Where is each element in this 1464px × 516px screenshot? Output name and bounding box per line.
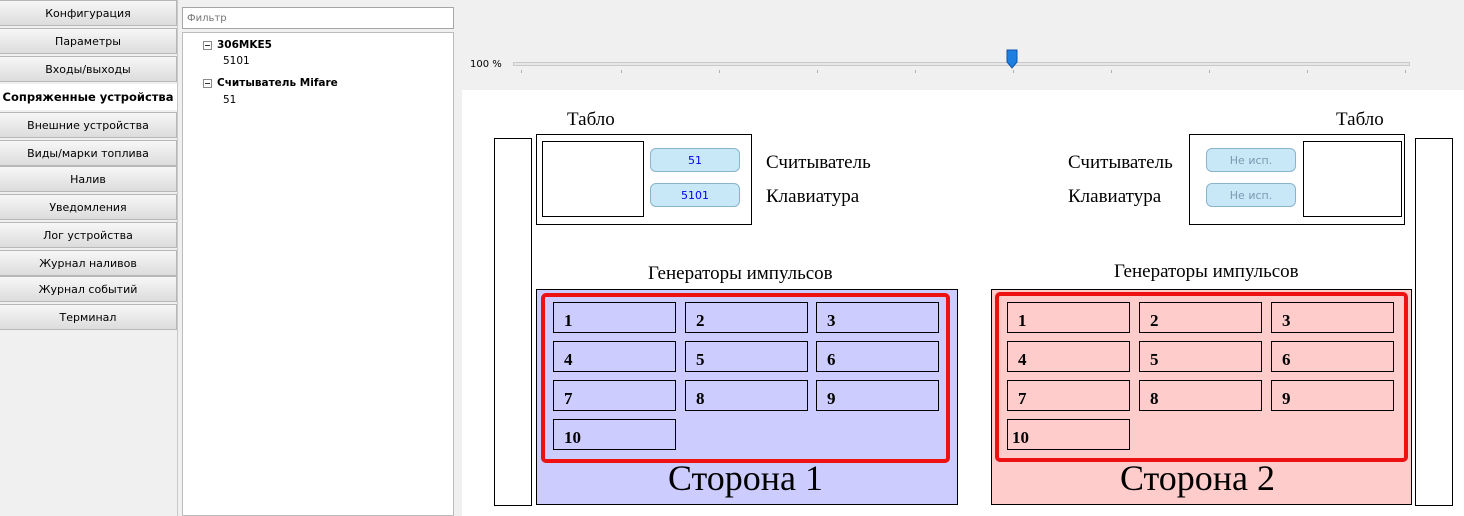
- side2-generator-8[interactable]: 8: [1139, 380, 1262, 411]
- side2-keyboard-value[interactable]: Не исп.: [1206, 183, 1296, 207]
- navigation-panel: Конфигурация Параметры Входы/выходы Сопр…: [0, 0, 178, 516]
- zoom-tick: [719, 70, 720, 73]
- zoom-slider-thumb[interactable]: [1006, 49, 1018, 69]
- side1-generator-2[interactable]: 2: [685, 302, 808, 333]
- nav-event-journal[interactable]: Журнал событий: [0, 276, 177, 302]
- side2-generator-10[interactable]: 10: [1007, 419, 1130, 450]
- side2-generator-3[interactable]: 3: [1271, 302, 1394, 333]
- zoom-tick: [1405, 70, 1406, 73]
- filter-input[interactable]: [182, 7, 454, 29]
- nav-notifications[interactable]: Уведомления: [0, 194, 177, 220]
- nav-filling[interactable]: Налив: [0, 166, 177, 192]
- side1-generator-6[interactable]: 6: [816, 341, 939, 372]
- zoom-tick: [521, 70, 522, 73]
- nav-parameters[interactable]: Параметры: [0, 28, 177, 54]
- tree-leaf-5101[interactable]: 5101: [223, 55, 250, 67]
- tree-node-label: 306MKE5: [217, 39, 272, 51]
- nav-terminal[interactable]: Терминал: [0, 304, 177, 330]
- zoom-tick: [621, 70, 622, 73]
- tree-leaf-51[interactable]: 51: [223, 94, 236, 106]
- zoom-tick: [1209, 70, 1210, 73]
- collapse-icon[interactable]: [203, 40, 212, 50]
- side2-generator-7[interactable]: 7: [1007, 380, 1130, 411]
- side1-tablo-display[interactable]: [542, 141, 644, 217]
- side1-generators-title: Генераторы импульсов: [648, 263, 833, 284]
- nav-configuration[interactable]: Конфигурация: [0, 0, 177, 26]
- zoom-tick: [1111, 70, 1112, 73]
- side2-generator-5[interactable]: 5: [1139, 341, 1262, 372]
- side2-keyboard-label: Клавиатура: [1068, 186, 1162, 207]
- side1-generator-10[interactable]: 10: [553, 419, 676, 450]
- side2-tablo-display[interactable]: [1303, 141, 1402, 217]
- side1-keyboard-value[interactable]: 5101: [650, 183, 740, 207]
- tree-node-label: Считыватель Mifare: [217, 77, 338, 89]
- side1-generator-9[interactable]: 9: [816, 380, 939, 411]
- tree-node-reader-mifare[interactable]: Считыватель Mifare: [203, 77, 338, 89]
- side2-tablo-label: Табло: [1336, 109, 1384, 130]
- side2-generator-6[interactable]: 6: [1271, 341, 1394, 372]
- side2-reader-label: Считыватель: [1068, 152, 1173, 173]
- side2-generator-2[interactable]: 2: [1139, 302, 1262, 333]
- side2-generator-1[interactable]: 1: [1007, 302, 1130, 333]
- side2-device-box: Не исп. Не исп.: [1189, 134, 1405, 225]
- nav-fuel-types[interactable]: Виды/марки топлива: [0, 140, 177, 166]
- zoom-tick: [817, 70, 818, 73]
- side1-generator-7[interactable]: 7: [553, 380, 676, 411]
- side1-keyboard-label: Клавиатура: [766, 186, 860, 207]
- side1-device-box: 51 5101: [536, 134, 752, 225]
- collapse-icon[interactable]: [203, 78, 212, 88]
- nav-device-log[interactable]: Лог устройства: [0, 222, 177, 248]
- zoom-slider-track[interactable]: [513, 62, 1410, 66]
- zoom-tick: [915, 70, 916, 73]
- side2-label: Сторона 2: [1120, 458, 1276, 498]
- side1-reader-value[interactable]: 51: [650, 148, 740, 172]
- side1-label: Сторона 1: [668, 458, 824, 498]
- side2-generator-4[interactable]: 4: [1007, 341, 1130, 372]
- nav-filling-journal[interactable]: Журнал наливов: [0, 250, 177, 276]
- zoom-tick: [1013, 70, 1014, 73]
- side1-generator-3[interactable]: 3: [816, 302, 939, 333]
- tree-leaf-label: 51: [223, 94, 237, 106]
- nav-external-devices[interactable]: Внешние устройства: [0, 112, 177, 138]
- side1-generator-4[interactable]: 4: [553, 341, 676, 372]
- side1-post: [494, 138, 532, 506]
- tree-leaf-label: 5101: [223, 55, 250, 67]
- tree-node-306mke5[interactable]: 306MKE5: [203, 39, 272, 51]
- scheme-canvas: Табло 51 5101 Считыватель Клавиатура Ген…: [462, 90, 1464, 516]
- side1-reader-label: Считыватель: [766, 152, 871, 173]
- side1-tablo-label: Табло: [567, 109, 615, 130]
- side1-generator-8[interactable]: 8: [685, 380, 808, 411]
- nav-inputs-outputs[interactable]: Входы/выходы: [0, 56, 177, 82]
- zoom-tick: [1307, 70, 1308, 73]
- side2-generator-9[interactable]: 9: [1271, 380, 1394, 411]
- nav-paired-devices[interactable]: Сопряженные устройства: [0, 84, 177, 110]
- side1-generator-5[interactable]: 5: [685, 341, 808, 372]
- side2-post: [1415, 138, 1453, 506]
- device-tree: 306MKE5 5101 Считыватель Mifare 51: [182, 32, 454, 516]
- side1-generator-1[interactable]: 1: [553, 302, 676, 333]
- side2-reader-value[interactable]: Не исп.: [1206, 148, 1296, 172]
- side2-generators-title: Генераторы импульсов: [1114, 261, 1299, 282]
- zoom-label: 100 %: [470, 59, 502, 70]
